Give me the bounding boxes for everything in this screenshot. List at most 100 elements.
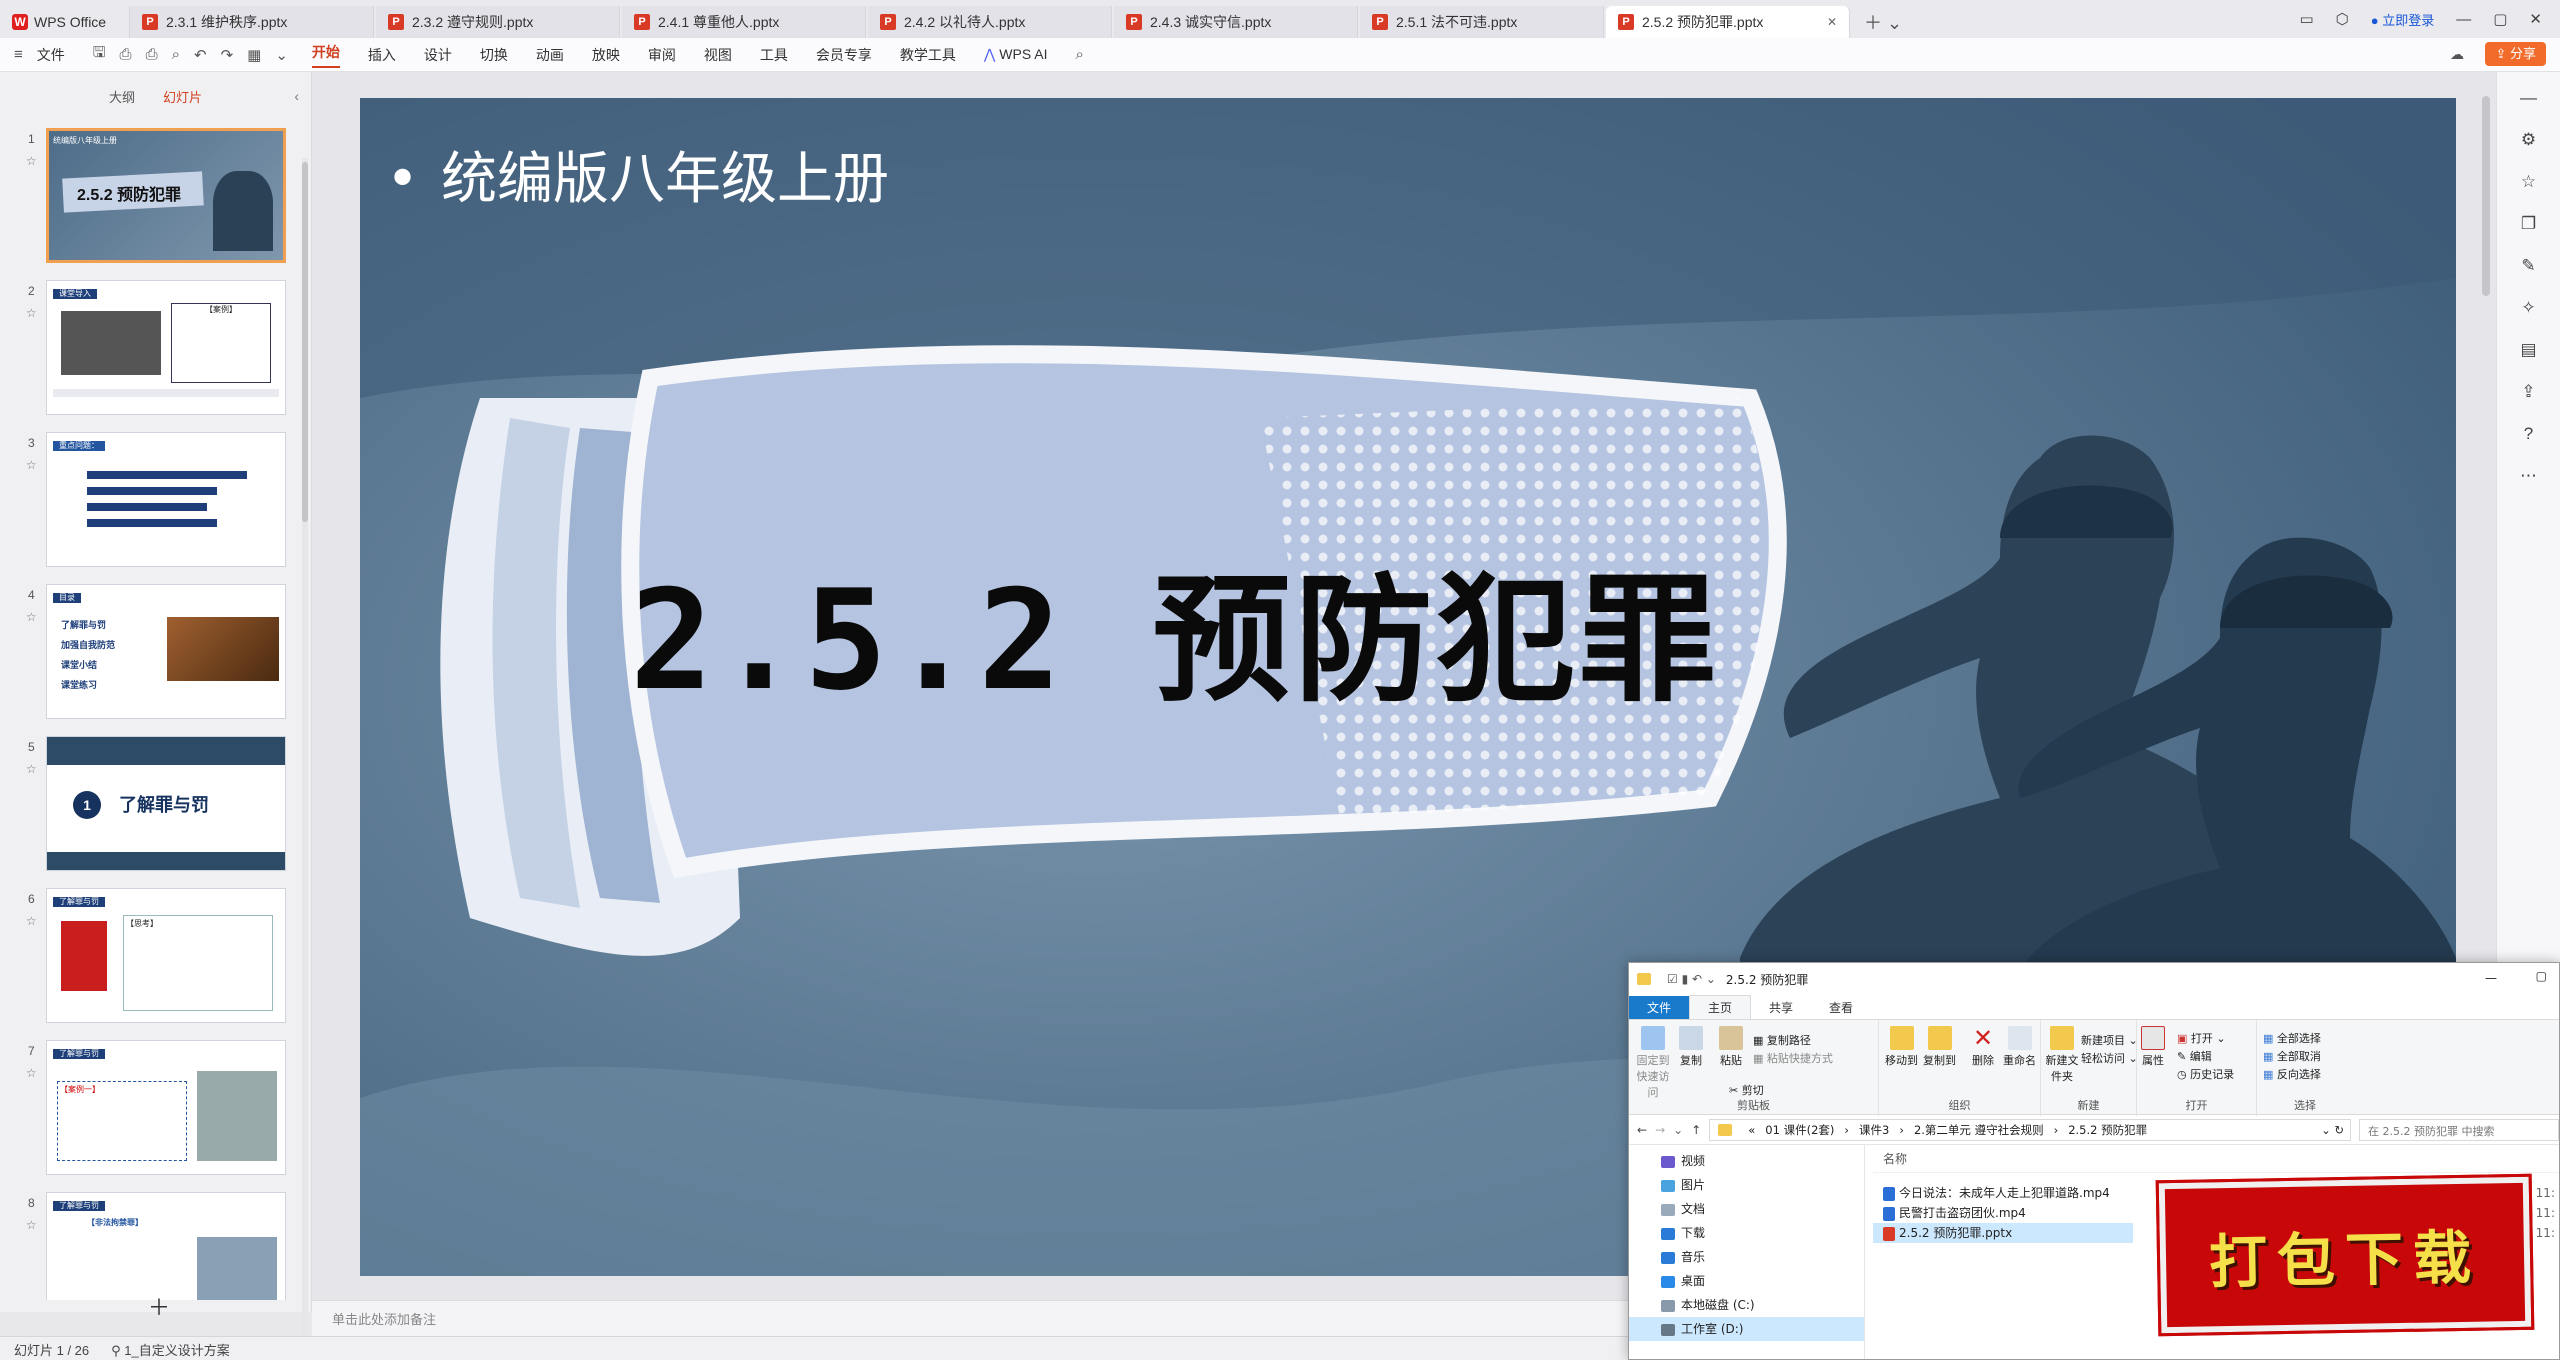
collapse-icon[interactable]: ‹ <box>294 88 299 104</box>
tab-slides[interactable]: 幻灯片 <box>163 87 202 106</box>
thumb-row[interactable]: 4 ☆ 目录 了解罪与罚 加强自我防范 课堂小结 课堂练习 <box>0 584 312 724</box>
tab-document-active[interactable]: P 2.5.2 预防犯罪.pptx ✕ <box>1606 6 1850 38</box>
star-icon[interactable]: ☆ <box>26 762 37 776</box>
new-tab-button[interactable]: ＋ ⌄ <box>1852 6 1914 38</box>
explorer-tab-share[interactable]: 共享 <box>1751 996 1811 1019</box>
wps-ai-button[interactable]: ⋀ WPS AI <box>984 46 1048 63</box>
tab-home[interactable]: W WPS Office <box>0 6 130 38</box>
copy-button[interactable]: 复制 <box>1679 1026 1703 1068</box>
slide-thumbnail[interactable]: 课堂导入 【案例】 <box>46 280 286 415</box>
copy-to-button[interactable]: 复制到 <box>1923 1026 1956 1068</box>
stage-scrollbar[interactable] <box>2482 96 2490 296</box>
quick-access-icon[interactable]: ☑ ▮ ↶ ⌄ <box>1667 972 1716 986</box>
delete-button[interactable]: ✕ 删除 <box>1971 1026 1995 1068</box>
slide-thumbnail[interactable]: 了解罪与罚 【案例一】 <box>46 1040 286 1175</box>
history-button[interactable]: ◷ 历史记录 <box>2177 1066 2234 1082</box>
pin-button[interactable]: 固定到快速访问 <box>1635 1026 1671 1100</box>
nav-item-drive-c[interactable]: 本地磁盘 (C:) <box>1629 1293 1864 1317</box>
nav-item-videos[interactable]: 视频 <box>1629 1149 1864 1173</box>
explorer-tab-view[interactable]: 查看 <box>1811 996 1871 1019</box>
ribbon-tab-view[interactable]: 视图 <box>704 45 732 65</box>
star-icon[interactable]: ☆ <box>26 610 37 624</box>
breadcrumb-item[interactable]: 01 课件(2套) <box>1765 1122 1834 1138</box>
paste-button[interactable]: 粘贴 <box>1719 1026 1743 1068</box>
help-icon[interactable]: ? <box>2524 424 2533 444</box>
ribbon-tab-insert[interactable]: 插入 <box>368 45 396 65</box>
maximize-icon[interactable]: ▢ <box>2493 10 2507 28</box>
explorer-tab-file[interactable]: 文件 <box>1629 996 1690 1019</box>
select-none-button[interactable]: ▦ 全部取消 <box>2263 1048 2321 1064</box>
tab-outline[interactable]: 大纲 <box>109 87 135 106</box>
nav-item-music[interactable]: 音乐 <box>1629 1245 1864 1269</box>
print-icon[interactable]: ⎙ <box>146 46 158 63</box>
slide-thumbnail[interactable]: 1 了解罪与罚 <box>46 736 286 871</box>
breadcrumb-item[interactable]: 课件3 <box>1859 1122 1889 1138</box>
refresh-icon[interactable]: ⌄ ↻ <box>2321 1123 2344 1137</box>
format-painter-icon[interactable]: ▦ <box>247 46 261 64</box>
more-icon[interactable]: ⌄ <box>275 46 288 64</box>
slide-thumbnail[interactable]: 统编版八年级上册 2.5.2 预防犯罪 <box>46 128 286 263</box>
more-icon[interactable]: ⋯ <box>2520 466 2537 486</box>
maximize-icon[interactable]: ▢ <box>2536 969 2547 983</box>
close-window-icon[interactable]: ✕ <box>2529 10 2542 28</box>
slide-thumbnail[interactable]: 了解罪与罚 【思考】 <box>46 888 286 1023</box>
column-header-name[interactable]: 名称 <box>1873 1145 2559 1173</box>
nav-item-documents[interactable]: 文档 <box>1629 1197 1864 1221</box>
move-to-button[interactable]: 移动到 <box>1885 1026 1918 1068</box>
address-bar[interactable]: « 01 课件(2套) › 课件3 › 2.第二单元 遵守社会规则 › 2.5.2 预… <box>1709 1118 2351 1141</box>
nav-item-drive-d[interactable]: 工作室 (D:) <box>1629 1317 1864 1341</box>
tab-document[interactable]: P 2.5.1 法不可违.pptx <box>1360 6 1604 38</box>
ribbon-tab-member[interactable]: 会员专享 <box>816 45 872 65</box>
star-icon[interactable]: ☆ <box>26 914 37 928</box>
ribbon-tab-home[interactable]: 开始 <box>311 42 340 68</box>
tab-document[interactable]: P 2.4.3 诚实守信.pptx <box>1114 6 1358 38</box>
undo-icon[interactable]: ↶ <box>194 46 207 64</box>
tab-document[interactable]: P 2.4.2 以礼待人.pptx <box>868 6 1112 38</box>
ribbon-tab-tools[interactable]: 工具 <box>760 45 788 65</box>
paste-shortcut-button[interactable]: ▦ 粘贴快捷方式 <box>1753 1050 1833 1066</box>
star-icon[interactable]: ☆ <box>26 154 37 168</box>
breadcrumb-item[interactable]: 2.5.2 预防犯罪 <box>2068 1122 2147 1138</box>
thumb-row[interactable]: 3 ☆ 重点问题： <box>0 432 312 572</box>
cloud-icon[interactable]: ☁ <box>2450 46 2464 63</box>
file-row-selected[interactable]: 2.5.2 预防犯罪.pptx 2/2 11: <box>1873 1223 2555 1243</box>
slide-thumbnail[interactable]: 目录 了解罪与罚 加强自我防范 课堂小结 课堂练习 <box>46 584 286 719</box>
copy-path-button[interactable]: ▦ 复制路径 <box>1753 1032 1811 1048</box>
new-item-button[interactable]: 新建项目 ⌄ <box>2081 1032 2138 1048</box>
thumb-row[interactable]: 5 ☆ 1 了解罪与罚 <box>0 736 312 876</box>
cut-button[interactable]: ✂ 剪切 <box>1729 1082 1764 1098</box>
ribbon-tab-design[interactable]: 设计 <box>424 45 452 65</box>
tab-document[interactable]: P 2.3.2 遵守规则.pptx <box>376 6 620 38</box>
share-icon[interactable]: ⇪ <box>2521 382 2535 402</box>
breadcrumb-item[interactable]: 2.第二单元 遵守社会规则 <box>1914 1122 2044 1138</box>
file-menu[interactable]: 文件 <box>37 45 65 65</box>
style-icon[interactable]: ✎ <box>2521 256 2535 276</box>
login-button[interactable]: ● 立即登录 <box>2371 10 2434 29</box>
thumb-row[interactable]: 8 ☆ 了解罪与罚 【非法拘禁罪】 <box>0 1192 312 1300</box>
pack-download-button[interactable]: 打包下载 <box>2155 1173 2535 1337</box>
nav-item-downloads[interactable]: 下载 <box>1629 1221 1864 1245</box>
save-icon[interactable]: 🖫 <box>93 42 106 67</box>
easy-access-button[interactable]: 轻松访问 ⌄ <box>2081 1050 2138 1066</box>
select-all-button[interactable]: ▦ 全部选择 <box>2263 1030 2321 1046</box>
thumb-row[interactable]: 6 ☆ 了解罪与罚 【思考】 <box>0 888 312 1028</box>
nav-item-desktop[interactable]: 桌面 <box>1629 1269 1864 1293</box>
star-icon[interactable]: ☆ <box>26 458 37 472</box>
thumbnail-scrollbar[interactable] <box>302 158 308 1358</box>
recent-icon[interactable]: ⌄ <box>1673 1123 1683 1137</box>
slide-thumbnail[interactable]: 重点问题： <box>46 432 286 567</box>
back-icon[interactable]: ← <box>1637 1123 1647 1137</box>
rename-button[interactable]: 重命名 <box>2003 1026 2036 1068</box>
forward-icon[interactable]: → <box>1655 1123 1665 1137</box>
new-folder-button[interactable]: 新建文件夹 <box>2045 1026 2079 1084</box>
minus-icon[interactable]: — <box>2520 88 2537 108</box>
cube-icon[interactable]: ⬡ <box>2336 10 2349 28</box>
layout-icon[interactable]: ▭ <box>2299 10 2313 28</box>
open-button[interactable]: ▣ 打开 ⌄ <box>2177 1030 2226 1046</box>
slide-bullet-text[interactable]: • 统编版八年级上册 <box>386 134 889 215</box>
nav-item-pictures[interactable]: 图片 <box>1629 1173 1864 1197</box>
search-icon[interactable]: ⌕ <box>1076 46 1084 63</box>
add-slide-button[interactable]: ＋ <box>148 1290 170 1322</box>
properties-button[interactable]: 属性 <box>2141 1026 2165 1068</box>
ribbon-tab-transition[interactable]: 切换 <box>480 45 508 65</box>
